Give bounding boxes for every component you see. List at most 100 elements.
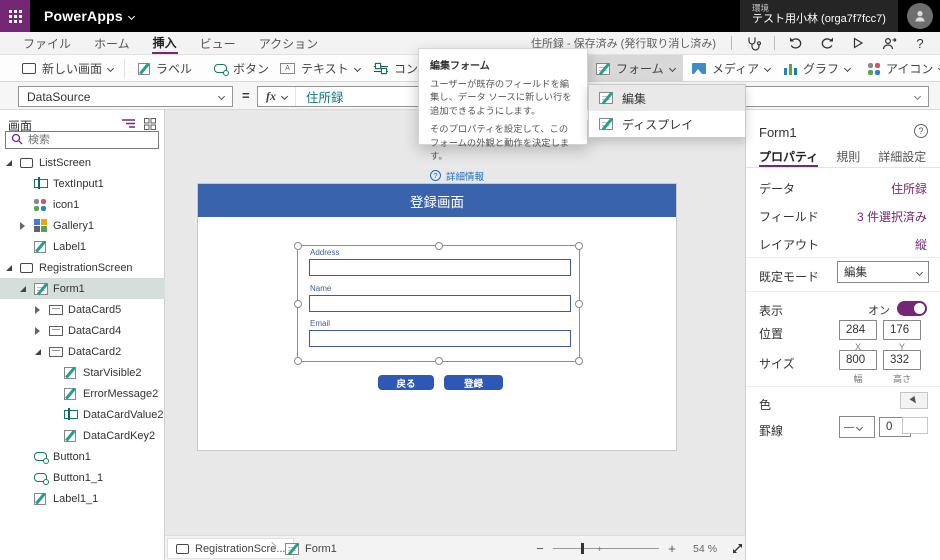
tree-view-icon[interactable] <box>122 118 135 132</box>
data-source-value[interactable]: 住所録 <box>891 180 927 197</box>
zoom-out-icon[interactable]: − <box>533 541 547 556</box>
back-button[interactable]: 戻る <box>378 375 434 390</box>
media-dropdown-button[interactable]: メディア <box>684 55 778 82</box>
zoom-in-icon[interactable]: + <box>665 541 679 556</box>
resize-handle-w[interactable] <box>294 300 302 308</box>
help-icon[interactable]: ? <box>910 36 930 51</box>
position-y-input[interactable]: 176 <box>883 320 921 340</box>
expander-open-icon[interactable] <box>35 349 41 355</box>
property-selector-dropdown[interactable]: DataSource <box>18 86 233 107</box>
resize-handle-s[interactable] <box>435 357 443 365</box>
label-icon <box>64 430 76 442</box>
resize-handle-sw[interactable] <box>294 357 302 365</box>
expander-closed-icon[interactable] <box>20 222 25 230</box>
tree-item-gallery1[interactable]: Gallery1 <box>0 215 165 236</box>
tree-item-starvisible2[interactable]: StarVisible2 <box>0 362 165 383</box>
width-input[interactable]: 800 <box>839 350 877 370</box>
color-picker-button[interactable] <box>900 392 928 409</box>
fx-dropdown[interactable]: fx <box>258 87 296 106</box>
tab-rules[interactable]: 規則 <box>836 148 860 167</box>
expander-open-icon[interactable] <box>6 265 12 271</box>
new-screen-button[interactable]: 新しい画面 <box>14 55 121 82</box>
fit-to-window-icon[interactable] <box>731 542 744 555</box>
brand-chevron-down-icon[interactable] <box>128 12 135 19</box>
menu-view[interactable]: ビュー <box>199 32 237 54</box>
expander-open-icon[interactable] <box>6 160 12 166</box>
tree-item-datacardvalue2[interactable]: DataCardValue2 <box>0 404 165 425</box>
menu-file[interactable]: ファイル <box>22 32 72 54</box>
tree-item-datacard5[interactable]: DataCard5 <box>0 299 165 320</box>
resize-handle-se[interactable] <box>575 357 583 365</box>
properties-panel: Form1 ? プロパティ 規則 詳細設定 データ 住所録 フィールド 3 件選… <box>745 110 940 560</box>
resize-handle-ne[interactable] <box>575 242 583 250</box>
height-input[interactable]: 332 <box>883 350 921 370</box>
environment-picker[interactable]: 環境 テスト用小林 (orga7f7fcc7) <box>740 0 898 32</box>
app-launcher-waffle-icon[interactable] <box>0 0 30 32</box>
layout-value[interactable]: 縦 <box>915 236 927 253</box>
tree-item-datacard4[interactable]: DataCard4 <box>0 320 165 341</box>
expander-open-icon[interactable] <box>20 286 26 292</box>
tree-item-label1_1[interactable]: Label1_1 <box>0 488 165 509</box>
app-checker-stethoscope-icon[interactable] <box>743 36 763 51</box>
search-input[interactable] <box>28 134 138 146</box>
resize-handle-n[interactable] <box>435 242 443 250</box>
form-dropdown-button[interactable]: フォーム <box>588 55 683 82</box>
text-dropdown-button[interactable]: テキスト <box>272 55 368 82</box>
tree-item-button1_1[interactable]: Button1_1 <box>0 467 165 488</box>
breadcrumb-screen[interactable]: RegistrationScre... <box>167 538 294 559</box>
fields-value[interactable]: 3 件選択済み <box>857 208 927 225</box>
tab-properties[interactable]: プロパティ <box>759 148 818 167</box>
menu-insert[interactable]: 挿入 <box>152 32 178 54</box>
app-screen-header[interactable]: 登録画面 <box>198 184 676 217</box>
width-sub-label: 幅 <box>839 372 877 385</box>
tab-advanced[interactable]: 詳細設定 <box>878 148 926 167</box>
zoom-slider[interactable]: + <box>553 548 659 549</box>
tree-item-listscreen[interactable]: ListScreen <box>0 152 165 173</box>
breadcrumb-control[interactable]: Form1 <box>285 538 337 559</box>
new-screen-icon <box>22 63 36 74</box>
tree-item-form1[interactable]: Form1 <box>0 278 165 299</box>
learn-more-link[interactable]: ? 詳細情報 <box>430 169 576 183</box>
label-button[interactable]: ラベル <box>130 55 200 82</box>
form-selection-rect[interactable] <box>297 245 580 362</box>
resize-handle-nw[interactable] <box>294 242 302 250</box>
formula-expand-chevron-icon[interactable] <box>915 90 928 104</box>
search-icon <box>11 133 23 148</box>
tree-item-datacardkey2[interactable]: DataCardKey2 <box>0 425 165 446</box>
tree-item-registrationscreen[interactable]: RegistrationScreen <box>0 257 165 278</box>
menu-item-edit-form[interactable]: 編集 <box>589 85 745 111</box>
resize-handle-e[interactable] <box>575 300 583 308</box>
visible-toggle[interactable] <box>897 301 927 316</box>
button-button[interactable]: ボタン <box>206 55 277 82</box>
tree-item-label1[interactable]: Label1 <box>0 236 165 257</box>
zoom-slider-handle[interactable] <box>581 543 584 554</box>
default-mode-select[interactable]: 編集 <box>837 261 929 283</box>
share-person-icon[interactable] <box>879 37 899 50</box>
register-button[interactable]: 登録 <box>444 375 503 390</box>
preview-play-icon[interactable] <box>848 37 868 49</box>
tree-item-errormessage2[interactable]: ErrorMessage2 <box>0 383 165 404</box>
expander-closed-icon[interactable] <box>35 327 40 335</box>
border-color-swatch[interactable] <box>902 417 928 434</box>
user-avatar[interactable] <box>907 3 933 29</box>
menu-home[interactable]: ホーム <box>93 32 131 54</box>
redo-icon[interactable] <box>817 37 837 49</box>
position-x-input[interactable]: 284 <box>839 320 877 340</box>
border-style-select[interactable]: — <box>839 416 875 438</box>
tree-item-datacard2[interactable]: DataCard2 <box>0 341 165 362</box>
tree-item-icon1[interactable]: icon1 <box>0 194 165 215</box>
chevron-down-icon <box>107 65 114 72</box>
menu-item-display-form[interactable]: ディスプレイ <box>589 111 745 137</box>
icons-dropdown-button[interactable]: アイコン <box>860 55 940 82</box>
menu-action[interactable]: アクション <box>258 32 319 54</box>
expander-closed-icon[interactable] <box>35 306 40 314</box>
zoom-100-tick: + <box>597 544 602 554</box>
undo-icon[interactable] <box>786 37 806 49</box>
chevron-down-icon <box>281 93 288 100</box>
tree-item-button1[interactable]: Button1 <box>0 446 165 467</box>
chart-dropdown-button[interactable]: グラフ <box>776 55 858 82</box>
screen-search[interactable] <box>5 131 159 149</box>
panel-help-icon[interactable]: ? <box>914 124 928 138</box>
text-input-icon <box>64 410 78 419</box>
tree-item-textinput1[interactable]: TextInput1 <box>0 173 165 194</box>
